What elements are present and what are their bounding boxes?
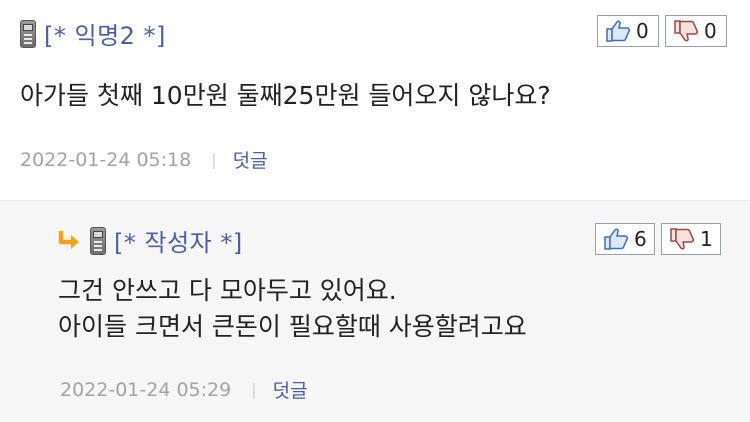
like-button[interactable]: 0 bbox=[597, 15, 659, 47]
dislike-count: 1 bbox=[700, 227, 713, 251]
like-count: 6 bbox=[634, 227, 647, 251]
comment-author: [* 작성자 *] bbox=[58, 223, 243, 258]
comment-text-line: 그건 안쓰고 다 모아두고 있어요. bbox=[58, 276, 397, 305]
author-nickname[interactable]: [* 익명2 *] bbox=[44, 16, 166, 51]
mobile-phone-icon bbox=[90, 226, 106, 255]
comment-body: 아가들 첫째 10만원 둘째25만원 들어오지 않나요? bbox=[20, 78, 551, 114]
comment: [* 익명2 *] 0 0 아가들 첫째 10만원 둘째25만원 들어오지 않나… bbox=[0, 0, 750, 200]
comment-body: 그건 안쓰고 다 모아두고 있어요. 아이들 크면서 큰돈이 필요할때 사용할려… bbox=[58, 273, 527, 345]
vote-buttons: 6 1 bbox=[595, 223, 721, 255]
dislike-count: 0 bbox=[704, 19, 717, 43]
vote-buttons: 0 0 bbox=[597, 15, 727, 47]
meta-separator: | bbox=[251, 380, 257, 399]
comment-date: 2022-01-24 05:18 bbox=[20, 148, 192, 171]
reply-comment: [* 작성자 *] 6 1 그건 안쓰고 다 모아두고 있어요. 아이들 크면서… bbox=[0, 200, 750, 422]
thumbs-up-icon bbox=[604, 228, 629, 250]
thumbs-down-icon bbox=[670, 228, 695, 250]
comment-date: 2022-01-24 05:29 bbox=[60, 378, 232, 401]
reply-arrow-icon bbox=[58, 230, 82, 252]
comment-author: [* 익명2 *] bbox=[20, 16, 166, 51]
dislike-button[interactable]: 1 bbox=[661, 223, 721, 255]
reply-link[interactable]: 덧글 bbox=[233, 146, 268, 173]
author-nickname[interactable]: [* 작성자 *] bbox=[114, 223, 243, 258]
comment-text-line: 아이들 크면서 큰돈이 필요할때 사용할려고요 bbox=[58, 312, 527, 341]
like-count: 0 bbox=[636, 19, 649, 43]
reply-link[interactable]: 덧글 bbox=[273, 376, 308, 403]
like-button[interactable]: 6 bbox=[595, 223, 655, 255]
thumbs-down-icon bbox=[674, 20, 699, 42]
comment-text-line: 아가들 첫째 10만원 둘째25만원 들어오지 않나요? bbox=[20, 81, 551, 110]
mobile-phone-icon bbox=[20, 19, 36, 48]
thumbs-up-icon bbox=[606, 20, 631, 42]
comment-meta: 2022-01-24 05:29 | 덧글 bbox=[60, 376, 308, 403]
meta-separator: | bbox=[211, 150, 217, 169]
dislike-button[interactable]: 0 bbox=[665, 15, 727, 47]
comment-meta: 2022-01-24 05:18 | 덧글 bbox=[20, 146, 268, 173]
